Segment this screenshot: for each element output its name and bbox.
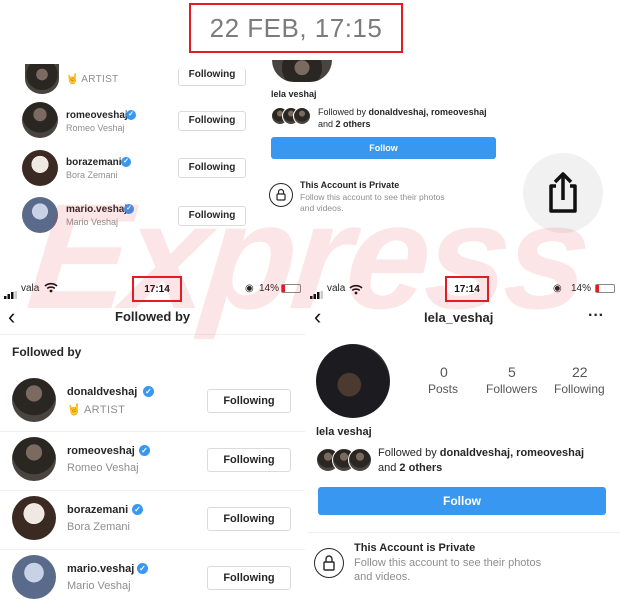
stat-following-count: 22 <box>572 364 588 380</box>
lock-icon <box>314 548 344 578</box>
left-phone-screen: vala 17:14 ‹ Followed by Followed by don… <box>0 274 305 600</box>
share-icon <box>549 172 577 213</box>
right-phone-screen: vala 17:14 ◉ 14% ‹ lela_veshaj ··· 0 Pos… <box>308 274 620 600</box>
orientation-lock-icon: ◉ <box>553 283 562 294</box>
more-options-icon[interactable]: ··· <box>588 307 604 325</box>
date-text: 22 FEB, 17:15 <box>209 12 383 43</box>
avatar <box>22 197 58 233</box>
private-text: Follow this account to see their photos <box>354 557 542 569</box>
profile-avatar <box>316 344 390 418</box>
profile-avatar <box>272 60 332 82</box>
avatar <box>22 150 58 186</box>
verified-badge-icon: ✓ <box>124 204 134 214</box>
followed-by-text[interactable]: Followed by donaldveshaj, romeoveshaj an… <box>378 446 618 476</box>
follower-avatars <box>316 448 376 474</box>
stat-posts-label[interactable]: Posts <box>428 382 458 396</box>
list-item-username[interactable]: borazemani <box>67 504 128 516</box>
verified-badge-icon: ✓ <box>143 386 154 397</box>
verified-badge-icon: ✓ <box>139 445 150 456</box>
following-button[interactable]: Following <box>207 448 291 472</box>
wifi-icon <box>349 282 363 300</box>
verified-badge-icon: ✓ <box>126 110 136 120</box>
signal-icon <box>4 286 18 299</box>
share-button[interactable] <box>523 153 603 233</box>
follower-avatars <box>271 107 311 127</box>
section-heading: Followed by <box>12 345 82 359</box>
verified-badge-icon: ✓ <box>121 157 131 167</box>
wifi-icon <box>44 282 58 296</box>
header-divider <box>0 334 305 335</box>
list-item-username[interactable]: donaldveshaj <box>67 386 137 398</box>
carrier-name: vala <box>21 283 40 294</box>
avatar <box>12 378 56 422</box>
profile-name: lela veshaj <box>316 426 372 438</box>
private-text: and videos. <box>354 571 411 583</box>
top-left-list: 🤘 ARTIST Following romeoveshaj ✓ Romeo V… <box>0 60 260 250</box>
list-item-username[interactable]: romeoveshaj <box>66 110 128 121</box>
list-item-name: Romeo Veshaj <box>67 462 139 474</box>
list-item-name: Mario Veshaj <box>67 580 131 592</box>
list-item-sub: 🤘 ARTIST <box>66 74 119 85</box>
list-item-name: Romeo Veshaj <box>66 123 125 133</box>
status-time: 17:14 <box>445 276 489 302</box>
list-item-sub: 🤘 ARTIST <box>67 404 126 416</box>
avatar <box>12 437 56 481</box>
avatar <box>12 555 56 599</box>
following-button[interactable]: Following <box>207 389 291 413</box>
list-item-username[interactable]: romeoveshaj <box>67 445 135 457</box>
profile-stats: 0 Posts 5 Followers 22 Following <box>418 362 618 402</box>
list-item-name: Bora Zemani <box>66 170 118 180</box>
following-button[interactable]: Following <box>178 158 246 178</box>
date-banner: 22 FEB, 17:15 <box>189 3 403 53</box>
signal-icon <box>310 286 324 299</box>
list-item-name: Mario Veshaj <box>66 217 119 227</box>
follow-button[interactable]: Follow <box>271 137 496 159</box>
following-button[interactable]: Following <box>178 68 246 86</box>
following-button[interactable]: Following <box>207 566 291 590</box>
profile-name: lela veshaj <box>271 89 317 99</box>
following-button[interactable]: Following <box>178 111 246 131</box>
left-battery: ◉ 14% <box>245 283 305 297</box>
page-title: Followed by <box>115 309 191 324</box>
profile-username-title: lela_veshaj <box>424 310 494 325</box>
battery-icon <box>595 284 615 293</box>
orientation-lock-icon: ◉ <box>245 283 254 294</box>
avatar <box>25 64 59 94</box>
verified-badge-icon: ✓ <box>137 563 148 574</box>
battery-percent: 14% <box>259 283 280 294</box>
battery-percent: 14% <box>571 283 592 294</box>
list-item-username[interactable]: borazemani <box>66 157 122 168</box>
list-item-name: Bora Zemani <box>67 521 130 533</box>
following-button[interactable]: Following <box>178 206 246 226</box>
status-time: 17:14 <box>132 276 182 302</box>
lock-icon <box>269 183 293 207</box>
list-item-username[interactable]: mario.veshaj <box>67 563 134 575</box>
back-arrow-icon[interactable]: ‹ <box>8 304 15 330</box>
stat-posts-count: 0 <box>440 364 448 380</box>
followed-by-text: Followed by donaldveshaj, romeoveshaj an… <box>318 107 487 129</box>
back-arrow-icon[interactable]: ‹ <box>314 304 321 330</box>
top-right-profile: lela veshaj Followed by donaldveshaj, ro… <box>262 45 512 225</box>
carrier-name: vala <box>327 283 346 294</box>
private-title: This Account is Private <box>300 180 400 190</box>
battery-icon <box>281 284 301 293</box>
avatar <box>22 102 58 138</box>
verified-badge-icon: ✓ <box>132 504 143 515</box>
following-button[interactable]: Following <box>207 507 291 531</box>
list-item-username[interactable]: mario.veshaj <box>66 204 127 215</box>
private-text: Follow this account to see their photos <box>300 192 445 202</box>
stat-following-label[interactable]: Following <box>554 382 605 396</box>
private-title: This Account is Private <box>354 542 476 554</box>
follow-button[interactable]: Follow <box>318 487 606 515</box>
stat-followers-count: 5 <box>508 364 516 380</box>
stat-followers-label[interactable]: Followers <box>486 382 537 396</box>
avatar <box>12 496 56 540</box>
private-text: and videos. <box>300 203 344 213</box>
